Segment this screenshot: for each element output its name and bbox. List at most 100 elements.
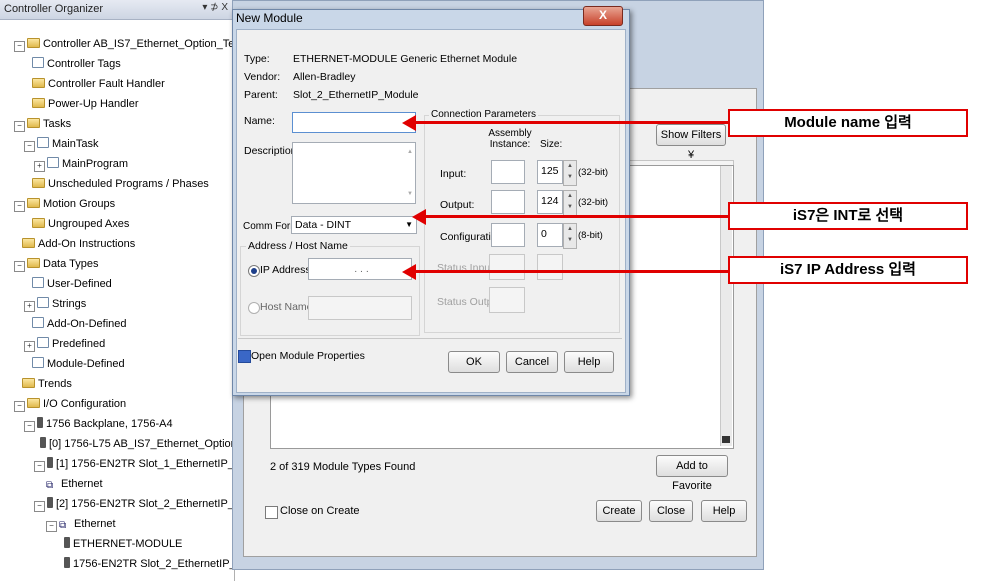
type-icon	[47, 157, 59, 168]
tree-item[interactable]: Add-On-Defined	[32, 315, 127, 333]
tree-item[interactable]: −1756 Backplane, 1756-A4	[24, 415, 173, 433]
collapse-icon[interactable]: −	[24, 421, 35, 432]
tree-item[interactable]: − I/O Configuration	[14, 395, 126, 413]
ok-button[interactable]: OK	[448, 351, 500, 373]
configuration-size-field[interactable]: 0	[537, 223, 563, 247]
host-name-radio[interactable]	[248, 302, 260, 314]
folder-icon	[32, 178, 45, 188]
organizer-pin-close-controls[interactable]: ▾ ⊅ X	[202, 2, 228, 13]
name-input[interactable]	[292, 112, 416, 133]
collapse-icon[interactable]: −	[34, 461, 45, 472]
collapse-icon[interactable]: −	[34, 501, 45, 512]
size-header: Size:	[540, 139, 563, 150]
tree-item[interactable]: + MainProgram	[34, 155, 128, 173]
type-icon	[32, 317, 44, 328]
tree-item[interactable]: Add-On Instructions	[22, 235, 135, 253]
tree-item[interactable]: Controller Tags	[32, 55, 121, 73]
collapse-icon[interactable]: −	[14, 201, 25, 212]
description-textarea[interactable]: ▲ ▼	[292, 142, 416, 204]
help-button[interactable]: Help	[701, 500, 747, 522]
show-filters-button[interactable]: Show Filters ¥	[656, 124, 726, 161]
folder-icon	[27, 118, 40, 128]
tree-item[interactable]: − Tasks	[14, 115, 71, 133]
tree-item[interactable]: − Data Types	[14, 255, 98, 273]
status-output-field[interactable]	[489, 287, 525, 313]
tree-item-label: Strings	[52, 298, 87, 310]
tree-item[interactable]: User-Defined	[32, 275, 112, 293]
type-label: Type:	[244, 53, 270, 65]
type-icon	[37, 337, 49, 348]
dialog-close-button[interactable]: X	[583, 6, 623, 26]
type-value: ETHERNET-MODULE Generic Ethernet Module	[293, 53, 518, 65]
host-name-input[interactable]	[308, 296, 412, 320]
tree-item[interactable]: Unscheduled Programs / Phases	[32, 175, 209, 193]
tree-item[interactable]: − Controller AB_IS7_Ethernet_Option_Test	[14, 35, 243, 53]
expand-icon[interactable]: +	[24, 341, 35, 352]
ip-address-input[interactable]: . . .	[308, 258, 412, 280]
cancel-button[interactable]: Cancel	[506, 351, 558, 373]
status-input-size-field[interactable]	[537, 254, 563, 280]
open-module-properties-label: Open Module Properties	[251, 350, 365, 362]
open-module-properties-checkbox[interactable]	[238, 350, 251, 363]
net-icon: ⧉	[59, 520, 67, 531]
close-on-create-label: Close on Create	[280, 505, 360, 517]
collapse-icon[interactable]: −	[24, 141, 35, 152]
type-icon	[32, 57, 44, 68]
tree-item[interactable]: − MainTask	[24, 135, 98, 153]
input-size-field[interactable]: 125	[537, 160, 563, 184]
configuration-instance-field[interactable]	[491, 223, 525, 247]
tree-item-label: Controller AB_IS7_Ethernet_Option_Test	[43, 38, 243, 50]
status-input-field[interactable]	[489, 254, 525, 280]
tree-item[interactable]: − ⧉ Ethernet	[46, 515, 116, 533]
mod-icon	[47, 497, 53, 508]
collapse-icon[interactable]: −	[14, 261, 25, 272]
folder-icon	[27, 398, 40, 408]
scroll-down-icon[interactable]	[722, 436, 730, 443]
create-button[interactable]: Create	[596, 500, 642, 522]
tree-item-label: ETHERNET-MODULE	[73, 538, 183, 550]
tree-item-label: Trends	[38, 378, 72, 390]
tree-item-label: I/O Configuration	[43, 398, 127, 410]
collapse-icon[interactable]: −	[14, 121, 25, 132]
expand-icon[interactable]: +	[34, 161, 45, 172]
parent-value: Slot_2_EthernetIP_Module	[293, 89, 419, 101]
tree-item[interactable]: ETHERNET-MODULE	[64, 535, 182, 553]
tree-item[interactable]: + Predefined	[24, 335, 105, 353]
vendor-label: Vendor:	[244, 71, 281, 83]
tree-item-label: MainTask	[52, 138, 99, 150]
annotation-comm-format: iS7은 INT로 선택	[728, 202, 968, 230]
tree-item[interactable]: − Motion Groups	[14, 195, 115, 213]
type-icon	[32, 277, 44, 288]
folder-icon	[22, 238, 35, 248]
expand-icon[interactable]: +	[24, 301, 35, 312]
tree-item[interactable]: + Strings	[24, 295, 86, 313]
tree-item-label: User-Defined	[47, 278, 112, 290]
output-instance-field[interactable]	[491, 190, 525, 214]
configuration-size-stepper[interactable]: ▲ ▼	[563, 223, 577, 249]
ip-address-radio[interactable]	[248, 265, 260, 277]
tree-item[interactable]: Controller Fault Handler	[32, 75, 165, 93]
add-to-favorite-button[interactable]: Add to Favorite	[656, 455, 728, 492]
input-size-stepper[interactable]: ▲ ▼	[563, 160, 577, 186]
collapse-icon[interactable]: −	[46, 521, 57, 532]
tree-item-label: 1756 Backplane, 1756-A4	[46, 418, 173, 430]
input-instance-field[interactable]	[491, 160, 525, 184]
tree-item[interactable]: Module-Defined	[32, 355, 125, 373]
collapse-icon[interactable]: −	[14, 41, 25, 52]
tree-item[interactable]: Ungrouped Axes	[32, 215, 129, 233]
close-on-create-checkbox[interactable]	[265, 506, 278, 519]
output-size-stepper[interactable]: ▲ ▼	[563, 190, 577, 216]
dialog-help-button[interactable]: Help	[564, 351, 614, 373]
tree-item[interactable]: [0] 1756-L75 AB_IS7_Ethernet_Option_Test	[40, 435, 263, 453]
comm-format-select[interactable]: Data - DINT ▼	[291, 216, 417, 234]
tree-item[interactable]: Power-Up Handler	[32, 95, 138, 113]
address-group-label: Address / Host Name	[246, 240, 350, 252]
close-button[interactable]: Close	[649, 500, 693, 522]
output-size-field[interactable]: 124	[537, 190, 563, 214]
tree-item-label: Tasks	[43, 118, 72, 130]
collapse-icon[interactable]: −	[14, 401, 25, 412]
scroll-down-icon[interactable]: ▼	[407, 191, 413, 197]
tree-item[interactable]: ⧉ Ethernet	[46, 475, 103, 493]
scroll-up-icon[interactable]: ▲	[407, 149, 413, 155]
tree-item[interactable]: Trends	[22, 375, 72, 393]
